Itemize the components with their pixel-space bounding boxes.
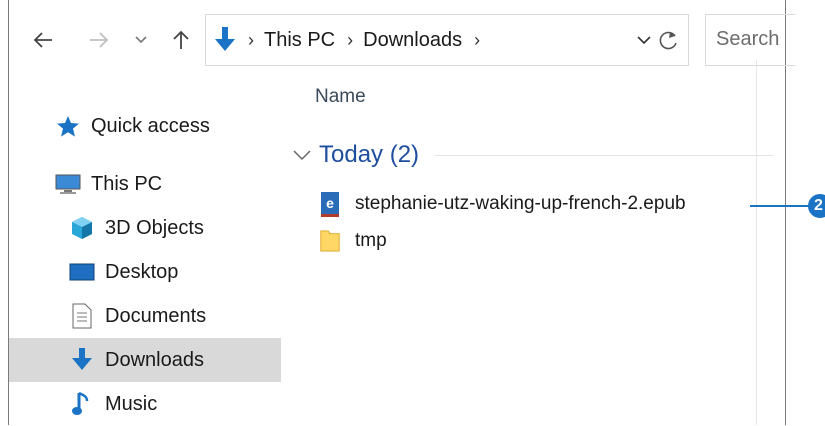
breadcrumb-this-pc[interactable]: This PC <box>264 29 335 52</box>
breadcrumb-separator: › <box>347 29 354 50</box>
callout-badge: 2 <box>808 194 825 218</box>
sidebar-item-downloads[interactable]: Downloads <box>9 338 281 382</box>
group-divider <box>435 154 773 156</box>
up-arrow-icon[interactable] <box>169 28 193 52</box>
sidebar-item-label: Downloads <box>105 348 204 371</box>
group-header-today[interactable]: Today (2) <box>293 138 773 172</box>
search-input[interactable]: Search <box>705 14 795 66</box>
group-label: Today (2) <box>319 141 420 168</box>
cube-icon <box>69 215 95 241</box>
music-note-icon <box>69 391 95 417</box>
sidebar-item-desktop[interactable]: Desktop <box>69 250 178 294</box>
breadcrumb-separator: › <box>248 29 254 50</box>
chevron-down-icon[interactable] <box>636 30 652 50</box>
breadcrumb-separator[interactable]: › <box>474 30 480 51</box>
sidebar-item-quick-access[interactable]: Quick access <box>55 104 210 148</box>
sidebar-item-documents[interactable]: Documents <box>69 294 206 338</box>
sidebar-item-label: Documents <box>105 304 207 327</box>
refresh-icon[interactable] <box>658 28 680 52</box>
vertical-scrollbar[interactable] <box>756 60 777 425</box>
file-item-epub[interactable]: e stephanie-utz-waking-up-french-2.epub <box>319 187 686 221</box>
downloads-arrow-icon <box>214 26 236 54</box>
sidebar-item-this-pc[interactable]: This PC <box>55 162 162 206</box>
star-icon <box>55 113 81 139</box>
column-header-name[interactable]: Name <box>315 86 366 108</box>
breadcrumb-downloads[interactable]: Downloads <box>363 29 462 52</box>
address-bar[interactable]: › This PC › Downloads › <box>205 14 689 66</box>
file-name: tmp <box>355 230 387 251</box>
download-icon <box>69 347 95 373</box>
chevron-down-icon[interactable] <box>131 28 151 52</box>
sidebar-item-label: 3D Objects <box>105 216 204 239</box>
forward-arrow-icon[interactable] <box>87 28 111 52</box>
navigation-bar: › This PC › Downloads › Search <box>9 14 795 66</box>
folder-icon <box>319 228 341 254</box>
sidebar-item-label: Desktop <box>105 260 179 283</box>
sidebar-item-label: Music <box>105 392 158 415</box>
computer-icon <box>55 171 81 197</box>
sidebar-item-music[interactable]: Music <box>69 382 157 426</box>
file-explorer-window: › This PC › Downloads › Search Quick acc… <box>8 0 795 426</box>
sidebar-item-3d-objects[interactable]: 3D Objects <box>69 206 204 250</box>
sidebar-item-label: Quick access <box>91 114 210 137</box>
file-item-tmp[interactable]: tmp <box>319 224 387 258</box>
epub-file-icon: e <box>319 191 341 217</box>
document-icon <box>69 303 95 329</box>
callout-number: 2 <box>814 197 823 214</box>
svg-text:e: e <box>326 195 334 211</box>
search-placeholder: Search <box>716 28 780 50</box>
back-arrow-icon[interactable] <box>31 28 55 52</box>
chevron-down-icon <box>293 149 311 161</box>
breadcrumb: › This PC › Downloads › <box>214 15 490 65</box>
sidebar-item-label: This PC <box>91 172 163 195</box>
callout-leader-line <box>750 205 810 207</box>
desktop-icon <box>69 259 95 285</box>
file-name: stephanie-utz-waking-up-french-2.epub <box>355 193 686 214</box>
